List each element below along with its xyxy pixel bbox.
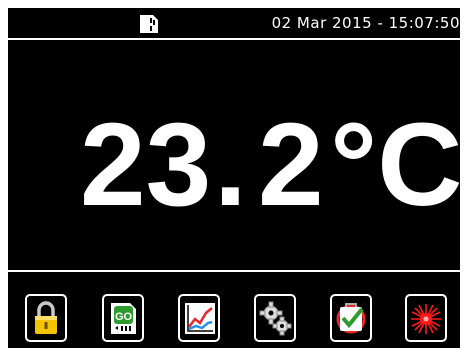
settings-button[interactable] [254,294,296,342]
temperature-whole: 23 [80,99,212,231]
status-bar: 02 Mar 2015 - 15:07:50 [8,8,460,40]
bottom-toolbar: GO [8,270,460,348]
sd-card-icon [138,14,160,34]
date-time-display: 02 Mar 2015 - 15:07:50 [271,14,460,32]
go-label: GO [115,311,133,323]
device-screen: 02 Mar 2015 - 15:07:50 23 . 2 °C GO [8,8,460,348]
alarm-button[interactable] [330,294,372,342]
temperature-decimal-point: . [214,99,247,231]
lock-button[interactable] [25,294,67,342]
laser-button[interactable] [405,294,447,342]
temperature-unit: °C [330,99,460,231]
trend-chart-button[interactable] [178,294,220,342]
temperature-fraction: 2 [258,99,324,231]
go-record-button[interactable]: GO [102,294,144,342]
temperature-reading: 23 . 2 °C [8,100,460,230]
